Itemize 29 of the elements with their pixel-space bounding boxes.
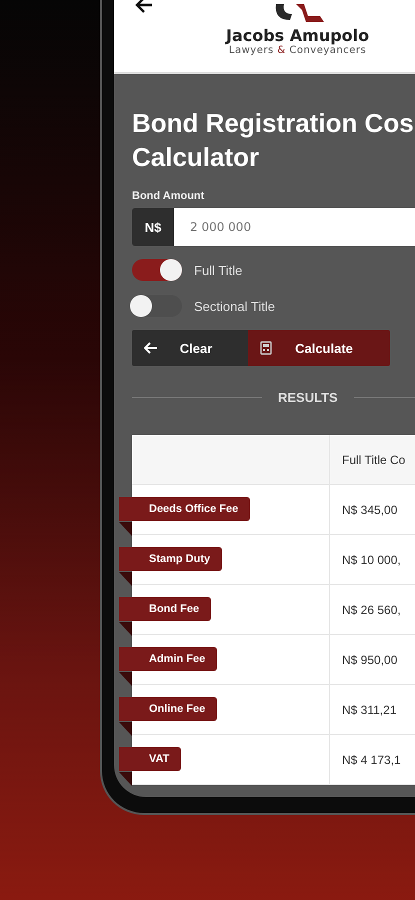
fee-ribbon: Deeds Office Fee xyxy=(119,497,250,521)
amount-cell-text: N$ 10 000, xyxy=(341,552,402,568)
back-arrow-icon xyxy=(144,342,158,354)
fee-ribbon: Online Fee xyxy=(119,697,218,721)
calculator-icon xyxy=(260,341,272,355)
fee-ribbon: Stamp Duty xyxy=(119,547,222,571)
page-title: Bond Registration Cos Calculator xyxy=(132,107,415,174)
currency-prefix: N$ xyxy=(132,208,174,246)
option-label: Full Title xyxy=(194,262,242,278)
brand-tagline: Lawyers & Conveyancers xyxy=(228,45,366,56)
amount-cell-text: N$ 345,00 xyxy=(341,502,398,518)
toggle-switch[interactable] xyxy=(132,259,182,281)
fee-ribbon: Admin Fee xyxy=(119,647,218,671)
back-arrow-icon[interactable] xyxy=(134,0,154,14)
ribbon-fold xyxy=(119,772,132,786)
clear-button[interactable]: Clear xyxy=(132,330,248,366)
amount-cell-text: N$ 950,00 xyxy=(341,652,398,668)
column-header: Full Title Co xyxy=(341,452,406,468)
field-label: Bond Amount xyxy=(132,190,206,202)
amount-cell-text: N$ 4 173,1 xyxy=(341,752,402,768)
toggle-switch[interactable] xyxy=(132,295,182,317)
option-label: Sectional Title xyxy=(194,298,275,314)
brand-name: Jacobs Amupolo xyxy=(226,26,370,45)
amount-cell-text: N$ 26 560, xyxy=(341,602,402,618)
results-heading: RESULTS xyxy=(278,390,338,405)
calculate-button[interactable]: Calculate xyxy=(248,330,390,366)
fee-ribbon: Bond Fee xyxy=(119,597,212,621)
amount-cell-text: N$ 311,21 xyxy=(341,702,398,718)
fee-ribbon: VAT xyxy=(119,747,182,771)
